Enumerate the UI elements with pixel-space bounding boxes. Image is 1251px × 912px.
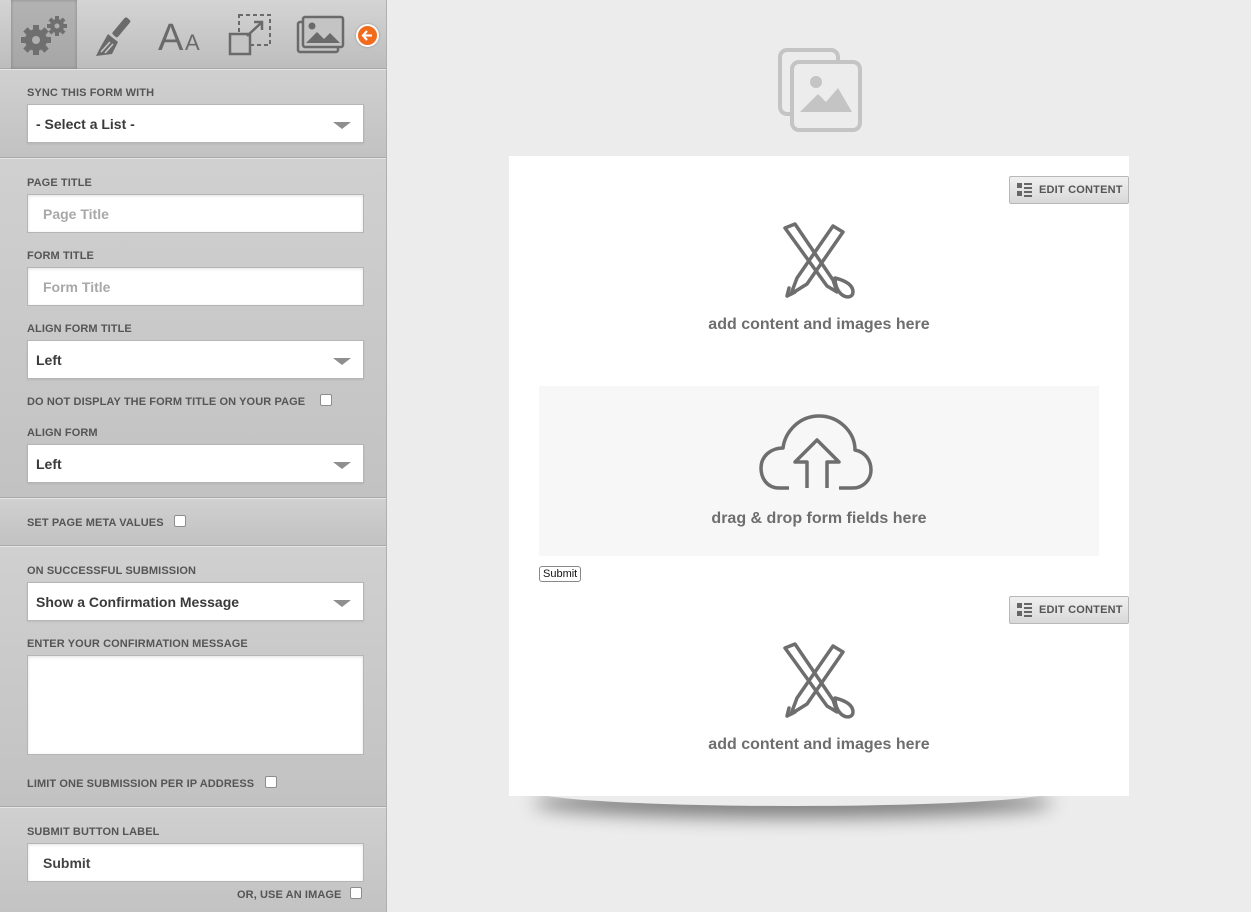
chevron-down-icon [333, 462, 351, 469]
content-block-top[interactable] [509, 222, 1129, 307]
sidebar-toolbar: A A [0, 0, 386, 69]
on-success-select[interactable]: Show a Confirmation Message [27, 582, 364, 621]
on-success-label: ON SUCCESSFUL SUBMISSION [27, 565, 197, 577]
hide-form-title-checkbox[interactable] [320, 394, 332, 406]
dropzone-text: drag & drop form fields here [711, 510, 927, 527]
form-page: EDIT CONTENT add content and images here… [509, 156, 1129, 796]
images-icon [296, 15, 345, 53]
form-canvas: EDIT CONTENT add content and images here… [388, 0, 1251, 912]
use-image-checkbox[interactable] [350, 887, 362, 899]
chevron-down-icon [333, 600, 351, 607]
pencil-brush-icon [783, 222, 855, 299]
align-form-title-select[interactable]: Left [27, 340, 364, 379]
section-submit-button: SUBMIT BUTTON LABEL OR, USE AN IMAGE [0, 807, 386, 912]
section-sync: SYNC THIS FORM WITH - Select a List - [0, 69, 386, 158]
form-title-input[interactable] [27, 267, 364, 306]
settings-icon [21, 15, 67, 55]
form-title-label: FORM TITLE [27, 250, 94, 262]
sync-list-select[interactable]: - Select a List - [27, 104, 364, 143]
tab-typography[interactable]: A A [150, 0, 212, 69]
svg-text:A: A [158, 17, 184, 58]
tab-layout[interactable] [218, 0, 282, 69]
hide-form-title-label: DO NOT DISPLAY THE FORM TITLE ON YOUR PA… [27, 396, 306, 408]
chevron-down-icon [333, 358, 351, 365]
edit-content-label: EDIT CONTENT [1039, 184, 1123, 196]
sync-label: SYNC THIS FORM WITH [27, 87, 155, 99]
settings-sidebar: A A SYNC THIS FORM WITH - Select a List … [0, 0, 387, 912]
sync-list-value: - Select a List - [36, 115, 135, 132]
content-placeholder-top: add content and images here [708, 316, 930, 333]
align-form-title-label: ALIGN FORM TITLE [27, 323, 132, 335]
cloud-upload-icon [759, 414, 873, 490]
chevron-down-icon [333, 122, 351, 129]
confirmation-label: ENTER YOUR CONFIRMATION MESSAGE [27, 638, 248, 650]
submit-label-input[interactable] [27, 843, 364, 882]
content-placeholder-bottom: add content and images here [708, 736, 930, 753]
content-block-bottom[interactable] [509, 642, 1129, 727]
edit-content-button-bottom[interactable]: EDIT CONTENT [1009, 596, 1129, 624]
confirmation-textarea[interactable] [27, 655, 364, 755]
use-image-label: OR, USE AN IMAGE [237, 889, 342, 901]
brush-icon [96, 16, 131, 56]
svg-text:A: A [185, 30, 200, 55]
header-image-icon[interactable] [778, 48, 862, 132]
pencil-brush-icon [783, 642, 855, 719]
on-success-value: Show a Confirmation Message [36, 593, 240, 610]
section-submission: ON SUCCESSFUL SUBMISSION Show a Confirma… [0, 546, 386, 807]
text-size-icon: A A [158, 17, 200, 58]
meta-checkbox[interactable] [174, 515, 186, 527]
align-form-label: ALIGN FORM [27, 427, 98, 439]
form-fields-dropzone[interactable]: drag & drop form fields here [539, 386, 1099, 556]
section-page-settings: PAGE TITLE FORM TITLE ALIGN FORM TITLE L… [0, 158, 386, 498]
align-form-title-value: Left [36, 351, 62, 368]
collapse-sidebar-button[interactable] [356, 24, 379, 47]
tab-style[interactable] [84, 0, 146, 69]
submit-button-preview[interactable]: Submit [539, 566, 582, 582]
list-icon [1017, 183, 1032, 197]
edit-content-label: EDIT CONTENT [1039, 604, 1123, 616]
list-icon [1017, 603, 1032, 617]
section-meta: SET PAGE META VALUES [0, 498, 386, 546]
page-title-label: PAGE TITLE [27, 177, 92, 189]
tab-images[interactable] [288, 0, 352, 69]
arrow-left-icon [361, 30, 372, 41]
align-form-value: Left [36, 455, 62, 472]
limit-ip-checkbox[interactable] [265, 776, 277, 788]
edit-content-button-top[interactable]: EDIT CONTENT [1009, 176, 1129, 204]
limit-ip-label: LIMIT ONE SUBMISSION PER IP ADDRESS [27, 778, 255, 790]
tab-settings[interactable] [11, 0, 77, 69]
submit-label-label: SUBMIT BUTTON LABEL [27, 826, 160, 838]
page-title-input[interactable] [27, 194, 364, 233]
align-form-select[interactable]: Left [27, 444, 364, 483]
meta-label: SET PAGE META VALUES [27, 517, 164, 529]
resize-icon [228, 13, 271, 55]
